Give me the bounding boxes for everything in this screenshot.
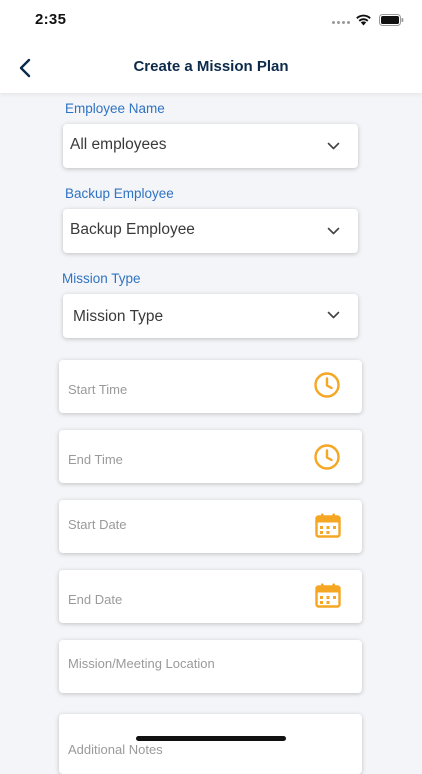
status-bar: 2:35 (0, 0, 422, 44)
chevron-down-icon (327, 311, 340, 319)
start-time-field[interactable]: Start Time (59, 360, 362, 413)
clock-icon[interactable] (313, 443, 341, 471)
navigation-bar: Create a Mission Plan (0, 44, 422, 93)
wifi-icon (356, 14, 371, 26)
end-date-field[interactable]: End Date (59, 570, 362, 623)
start-time-placeholder: Start Time (68, 382, 128, 397)
chevron-down-icon (327, 227, 340, 235)
end-date-placeholder: End Date (68, 592, 123, 607)
employee-name-label: Employee Name (65, 101, 165, 116)
employee-name-value: All employees (70, 136, 167, 153)
mission-type-label: Mission Type (62, 271, 141, 286)
backup-employee-select[interactable]: Backup Employee (63, 209, 358, 253)
notes-field[interactable]: Additional Notes (59, 714, 362, 774)
start-date-field[interactable]: Start Date (59, 500, 362, 553)
status-time: 2:35 (35, 11, 67, 28)
calendar-icon[interactable] (315, 513, 341, 539)
end-time-field[interactable]: End Time (59, 430, 362, 483)
end-time-placeholder: End Time (68, 452, 123, 467)
clock-icon[interactable] (313, 371, 341, 399)
mission-type-value: Mission Type (73, 308, 164, 325)
location-field[interactable]: Mission/Meeting Location (59, 640, 362, 693)
location-placeholder: Mission/Meeting Location (68, 656, 215, 671)
battery-icon (379, 14, 404, 26)
home-indicator (136, 736, 286, 741)
chevron-down-icon (327, 142, 340, 150)
page-title: Create a Mission Plan (133, 58, 289, 75)
mission-type-select[interactable]: Mission Type (63, 294, 358, 338)
calendar-icon[interactable] (315, 583, 341, 609)
start-date-placeholder: Start Date (68, 517, 127, 532)
backup-employee-label: Backup Employee (65, 186, 174, 201)
employee-name-select[interactable]: All employees (63, 124, 358, 168)
cellular-signal-icon (332, 21, 350, 24)
backup-employee-value: Backup Employee (70, 221, 195, 238)
